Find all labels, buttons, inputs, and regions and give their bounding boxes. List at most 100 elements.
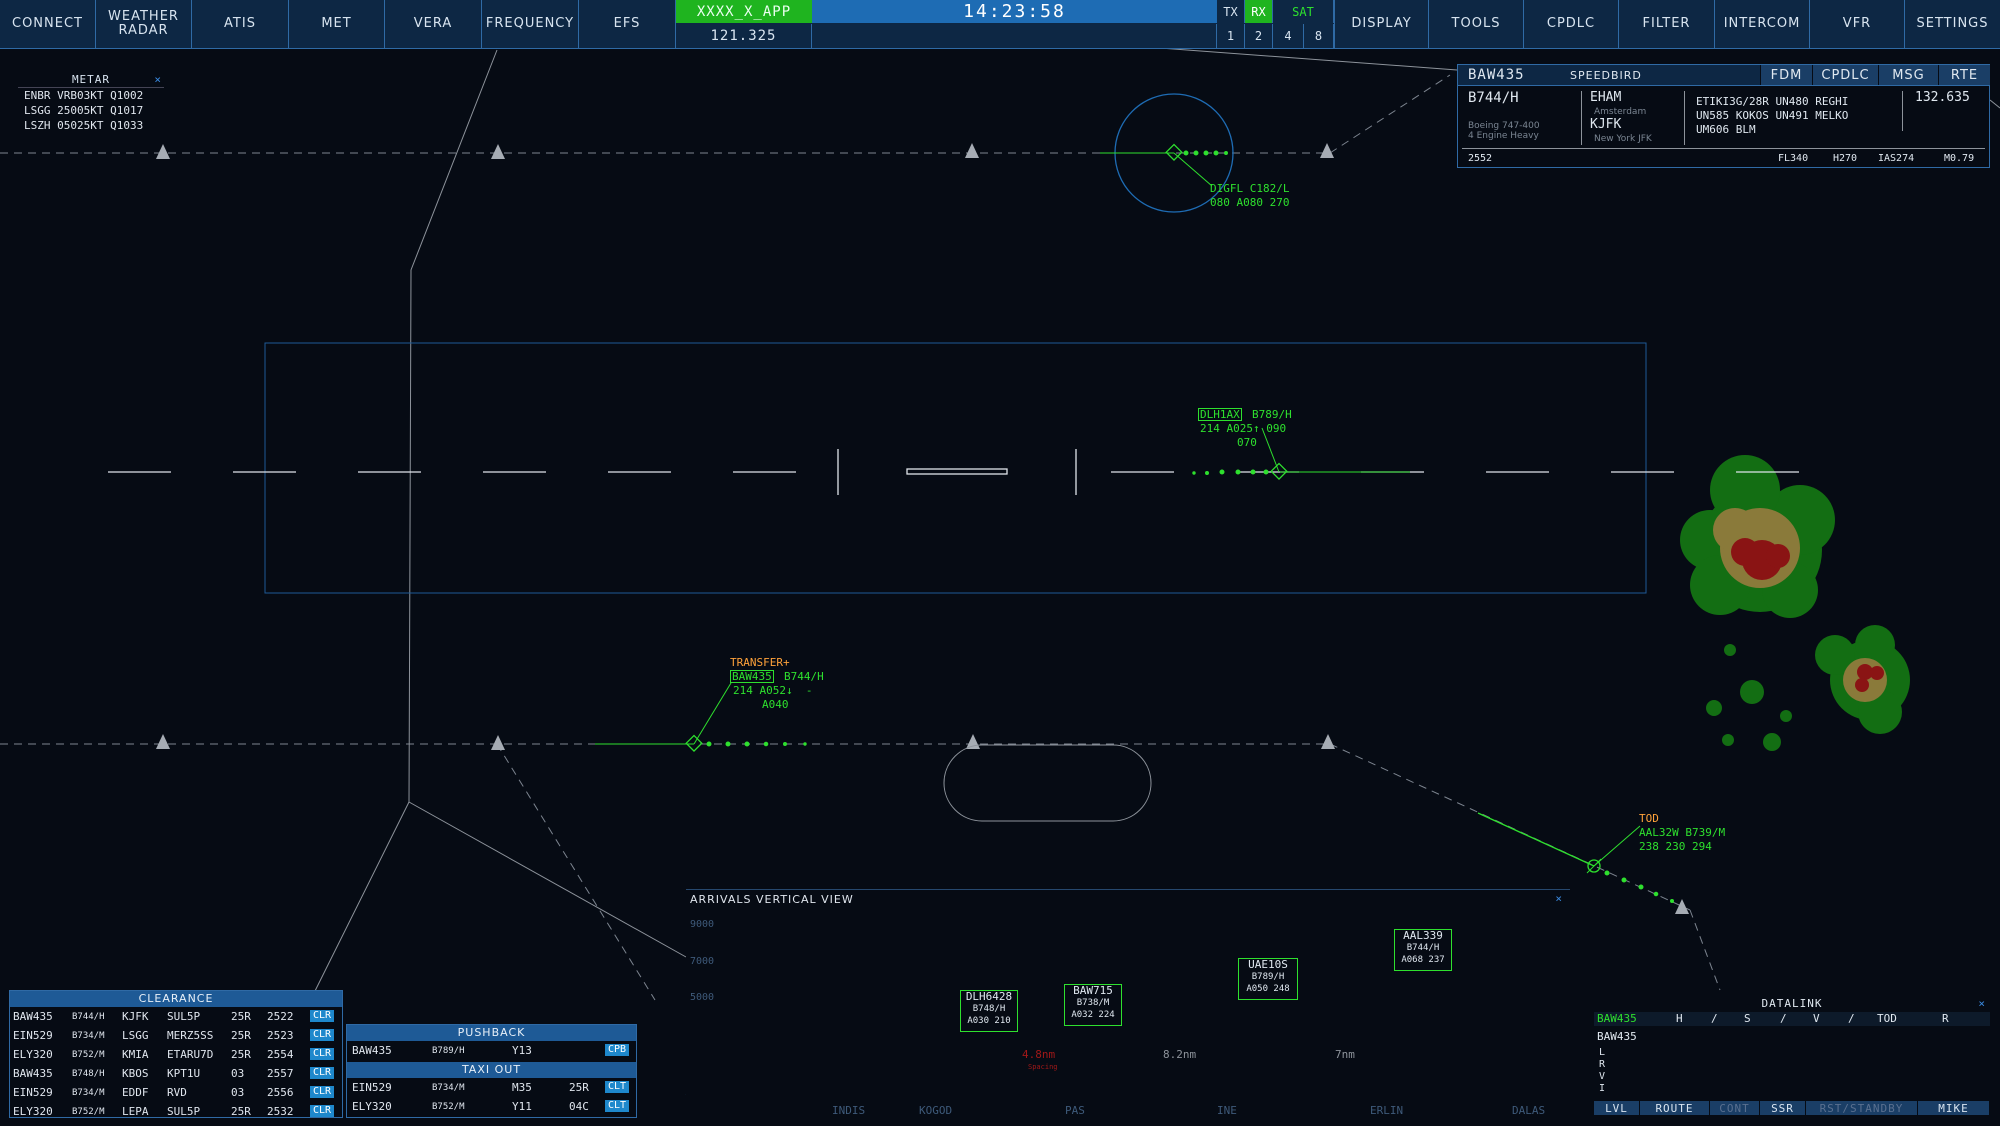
weather-radar-button[interactable]: WEATHER RADAR [96,0,192,48]
taxiout-title: TAXI OUT [347,1062,636,1078]
channel-1[interactable]: 1 [1217,24,1245,48]
efs-button[interactable]: EFS [579,0,676,48]
clearance-list[interactable]: CLEARANCE BAW435 B744/H KJFK SUL5P 25R 2522 CL… [9,990,343,1118]
metar-window[interactable]: METAR × ENBR VRB03KT Q1002 LSGG 25005KT Q… [18,72,164,133]
vfr-button[interactable]: VFR [1810,0,1905,48]
fix-label: KOGOD [919,1104,953,1117]
cell-rwy: 25R [231,1010,251,1023]
fp-divider [1581,91,1582,145]
settings-button[interactable]: SETTINGS [1905,0,2000,48]
table-row[interactable]: ELY320 B752/M Y11 04C CLT [347,1097,636,1116]
fix-label: INDIS [832,1104,866,1117]
channel-8[interactable]: 8 [1304,24,1334,48]
lvl-button[interactable]: LVL [1594,1101,1640,1115]
table-row[interactable]: BAW435 B789/H Y13 CPB [347,1041,636,1060]
tx-indicator[interactable]: TX [1217,0,1245,23]
cell-squawk: 2554 [267,1048,294,1061]
clt-button[interactable]: CLT [605,1100,630,1112]
label-aal32w[interactable]: TOD AAL32W B739/M 238 230 294 [1639,812,1725,854]
holding-pattern [943,744,1152,822]
tab-fdm[interactable]: FDM [1760,65,1812,85]
cell-dest: KJFK [122,1010,149,1023]
channel-2[interactable]: 2 [1245,24,1273,48]
dl-r[interactable]: R [1942,1012,1949,1026]
clt-button[interactable]: CLT [605,1081,630,1093]
clr-button[interactable]: CLR [310,1067,335,1079]
fix-triangles[interactable] [156,143,1689,914]
runway[interactable] [906,468,1008,475]
vv-aircraft-uae10s[interactable]: UAE10S B789/H A050 248 [1238,958,1298,1000]
table-row[interactable]: EIN529 B734/M M35 25R CLT [347,1078,636,1097]
pushback-list[interactable]: PUSHBACK BAW435 B789/H Y13 CPB TAXI OUT EIN… [346,1024,637,1118]
label-dlh1ax[interactable]: DLH1AX B789/H 214 A025↑ 090 070 [1198,408,1292,450]
atis-button[interactable]: ATIS [192,0,289,48]
vera-button[interactable]: VERA [385,0,482,48]
mike-button[interactable]: MIKE [1918,1101,1990,1115]
flight-plan-panel[interactable]: BAW435 SPEEDBIRD FDM CPDLC MSG RTE B744/… [1457,64,1990,168]
vv-type: B744/H [1406,943,1440,953]
dl-callsign[interactable]: BAW435 [1597,1012,1637,1026]
table-row[interactable]: EIN529 B734/M LSGG MERZ5SS 25R 2523 CLR [10,1026,342,1045]
vv-callsign: UAE10S [1248,958,1288,971]
route-button[interactable]: ROUTE [1640,1101,1710,1115]
tab-cpdlc[interactable]: CPDLC [1812,65,1878,85]
ssr-button[interactable]: SSR [1760,1101,1806,1115]
vv-aircraft-aal339[interactable]: AAL339 B744/H A068 237 [1394,929,1452,971]
fix-label: DALAS [1512,1104,1546,1117]
sat-indicator[interactable]: SAT [1273,0,1334,23]
cell-rwy: 25R [569,1081,589,1094]
station-callsign[interactable]: XXXX_X_APP [676,0,812,23]
cpdlc-button[interactable]: CPDLC [1524,0,1619,48]
fix-label: ERLIN [1370,1104,1404,1117]
close-icon[interactable]: × [154,72,162,87]
channel-4[interactable]: 4 [1273,24,1304,48]
cont-button[interactable]: CONT [1710,1101,1760,1115]
dl-v[interactable]: V [1813,1012,1820,1026]
dl-s[interactable]: S [1744,1012,1751,1026]
table-row[interactable]: BAW435 B744/H KJFK SUL5P 25R 2522 CLR [10,1007,342,1026]
fp-frequency[interactable]: 132.635 [1915,91,1970,105]
clock-subbar [812,24,1217,48]
cell-dest: EDDF [122,1086,149,1099]
rx-indicator[interactable]: RX [1245,0,1273,23]
label-baw435[interactable]: TRANSFER+ BAW435 B744/H 214 A052↓ - A040 [730,656,824,712]
table-row[interactable]: ELY320 B752/M LEPA SUL5P 25R 2532 CLR [10,1102,342,1121]
callsign-box[interactable]: DLH1AX [1198,408,1242,421]
dl-tod[interactable]: TOD [1877,1012,1897,1026]
tab-rte[interactable]: RTE [1938,65,1990,85]
filter-button[interactable]: FILTER [1619,0,1715,48]
close-icon[interactable]: × [1978,997,1986,1011]
dl-letter: V [1599,1071,1606,1082]
frequency-button[interactable]: FREQUENCY [482,0,579,48]
alt-label-9000: 9000 [690,919,715,930]
cpb-button[interactable]: CPB [605,1044,630,1056]
callsign-box[interactable]: BAW435 [730,670,774,683]
display-button[interactable]: DISPLAY [1334,0,1429,48]
target-digfl[interactable] [1100,143,1228,187]
vv-aircraft-dlh6428[interactable]: DLH6428 B748/H A030 210 [960,990,1018,1032]
datalink-header: BAW435 H / S / V / TOD R [1594,1012,1990,1026]
tools-button[interactable]: TOOLS [1429,0,1524,48]
clr-button[interactable]: CLR [310,1086,335,1098]
intercom-button[interactable]: INTERCOM [1715,0,1810,48]
datalink-window[interactable]: DATALINK × BAW435 H / S / V / TOD R BAW4… [1594,997,1990,1117]
vv-aircraft-baw715[interactable]: BAW715 B738/M A032 224 [1064,984,1122,1026]
rst-standby-button[interactable]: RST/STANDBY [1806,1101,1918,1115]
label-digfl[interactable]: DIGFL C182/L 080 A080 270 [1210,182,1289,210]
clr-button[interactable]: CLR [310,1105,335,1117]
table-row[interactable]: ELY320 B752/M KMIA ETARU7D 25R 2554 CLR [10,1045,342,1064]
clearance-title: CLEARANCE [10,991,342,1007]
close-icon[interactable]: × [1555,892,1562,906]
clr-button[interactable]: CLR [310,1048,335,1060]
arrivals-vertical-view[interactable]: ARRIVALS VERTICAL VIEW × 9000 7000 5000 … [686,889,1570,1126]
connect-button[interactable]: CONNECT [0,0,96,48]
clr-button[interactable]: CLR [310,1029,335,1041]
met-button[interactable]: MET [289,0,385,48]
cell-rwy: 25R [231,1105,251,1118]
table-row[interactable]: BAW435 B748/H KBOS KPT1U 03 2557 CLR [10,1064,342,1083]
spacing-value: 7nm [1335,1048,1355,1061]
table-row[interactable]: EIN529 B734/M EDDF RVD 03 2556 CLR [10,1083,342,1102]
tab-msg[interactable]: MSG [1878,65,1938,85]
clr-button[interactable]: CLR [310,1010,335,1022]
dl-h[interactable]: H [1676,1012,1683,1026]
